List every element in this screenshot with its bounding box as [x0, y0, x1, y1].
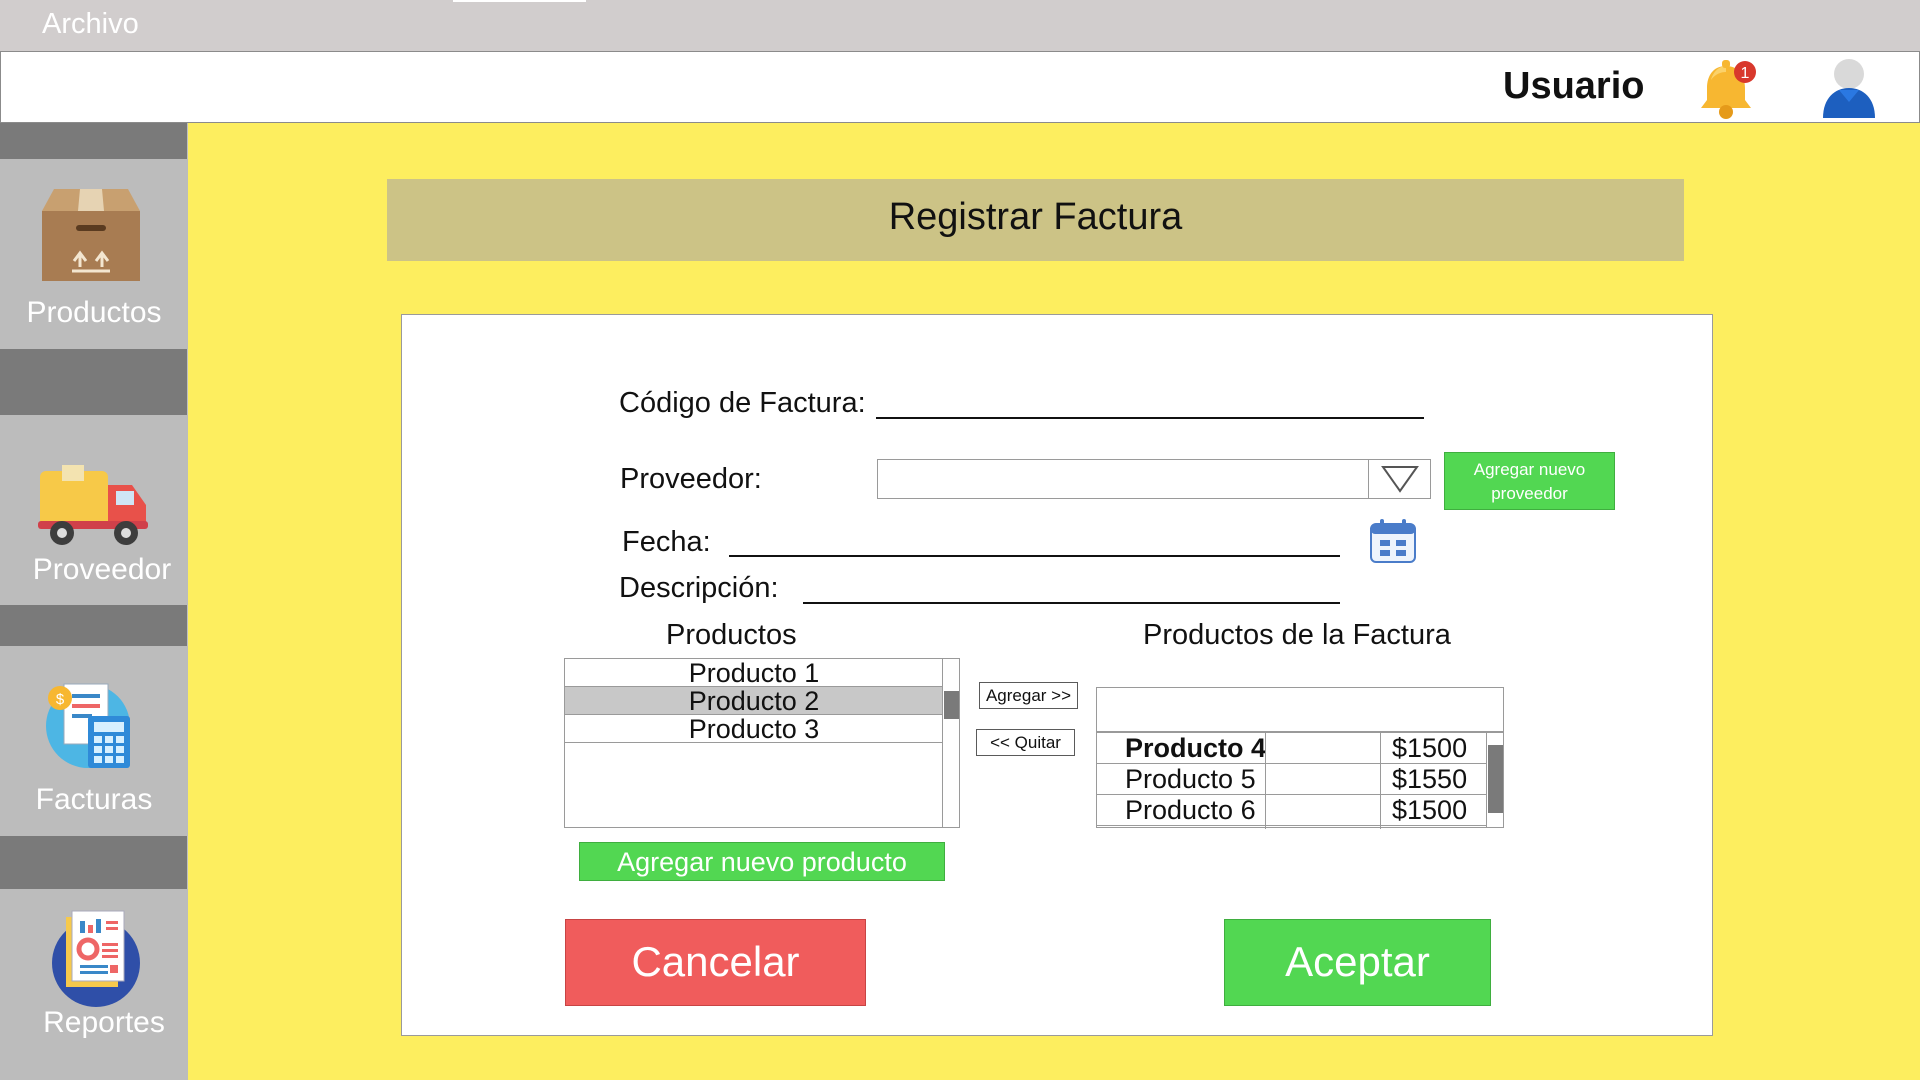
quitar-button[interactable]: << Quitar	[976, 729, 1075, 756]
notification-bell-icon[interactable]: 1	[1693, 56, 1763, 122]
descripcion-label: Descripción:	[619, 572, 779, 604]
proveedor-label: Proveedor:	[620, 463, 762, 495]
notification-count: 1	[1741, 65, 1750, 82]
fecha-label: Fecha:	[622, 526, 711, 558]
product-price: $1550	[1392, 764, 1468, 794]
sidebar-item-label: Productos	[26, 296, 162, 329]
sidebar-item-reportes[interactable]: Reportes	[0, 889, 188, 1080]
sidebar-item-label: Facturas	[35, 783, 153, 816]
sidebar-item-label: Proveedor	[32, 553, 172, 586]
list-item[interactable]: Producto 3	[565, 715, 943, 743]
products-scrollbar[interactable]	[942, 659, 959, 827]
menu-bar: Archivo	[0, 0, 1920, 52]
invoice-products-title: Productos de la Factura	[1143, 619, 1451, 651]
table-row[interactable]: Producto 6 $1500	[1097, 795, 1487, 826]
invoice-products-table[interactable]: Producto 4 $1500 Producto 5 $1550 Produc…	[1096, 732, 1504, 829]
user-name[interactable]: Usuario	[1503, 65, 1644, 108]
table-row[interactable]: Producto 4 $1500	[1097, 733, 1487, 764]
add-supplier-button[interactable]: Agregar nuevo proveedor	[1444, 452, 1615, 510]
sidebar-item-facturas[interactable]: $ Facturas	[0, 646, 188, 836]
scrollbar-thumb[interactable]	[1488, 745, 1503, 813]
calendar-icon[interactable]	[1368, 518, 1418, 564]
sidebar-item-proveedor[interactable]: Proveedor	[0, 415, 188, 605]
product-price: $1500	[1392, 795, 1468, 825]
list-item[interactable]: Producto 1	[565, 659, 943, 687]
reports-icon	[52, 910, 140, 1007]
box-icon	[42, 189, 140, 281]
products-list[interactable]: Producto 1 Producto 2 Producto 3	[564, 658, 960, 828]
scrollbar-thumb[interactable]	[944, 691, 959, 719]
page-title: Registrar Factura	[888, 196, 1183, 238]
invoice-products-filter[interactable]	[1096, 687, 1504, 732]
product-name: Producto 6	[1125, 795, 1256, 825]
add-product-button[interactable]: Agregar nuevo producto	[579, 842, 945, 881]
list-item-selected[interactable]: Producto 2	[565, 687, 943, 715]
top-header: Usuario 1	[0, 52, 1920, 123]
product-name: Producto 5	[1125, 764, 1256, 794]
sidebar-item-productos[interactable]: Productos	[0, 159, 188, 349]
truck-icon	[38, 465, 148, 545]
tab-indicator	[453, 0, 586, 2]
user-avatar-icon[interactable]	[1817, 56, 1881, 120]
product-price: $1500	[1392, 733, 1468, 763]
page-title-bar: Registrar Factura	[387, 179, 1684, 261]
product-name: Producto 4	[1125, 733, 1267, 763]
invoice-table-scrollbar[interactable]	[1486, 733, 1503, 827]
invoice-calculator-icon: $	[46, 683, 130, 768]
dropdown-arrow-icon[interactable]	[1368, 460, 1430, 498]
sidebar: Productos Proveedor $ Facturas Reportes	[0, 123, 188, 1080]
descripcion-field[interactable]	[803, 602, 1340, 604]
table-row[interactable]: Producto 5 $1550	[1097, 764, 1487, 795]
fecha-field[interactable]	[729, 555, 1340, 557]
menu-archivo[interactable]: Archivo	[42, 8, 139, 41]
cancel-button[interactable]: Cancelar	[565, 919, 866, 1006]
products-title: Productos	[666, 619, 797, 651]
sidebar-item-label: Reportes	[43, 1006, 165, 1039]
codigo-field[interactable]	[876, 417, 1424, 419]
column-divider	[1265, 733, 1266, 829]
proveedor-select[interactable]	[877, 459, 1431, 499]
column-divider	[1380, 733, 1381, 829]
agregar-button[interactable]: Agregar >>	[979, 682, 1078, 709]
svg-text:$: $	[56, 691, 65, 708]
accept-button[interactable]: Aceptar	[1224, 919, 1491, 1006]
codigo-label: Código de Factura:	[619, 387, 866, 419]
